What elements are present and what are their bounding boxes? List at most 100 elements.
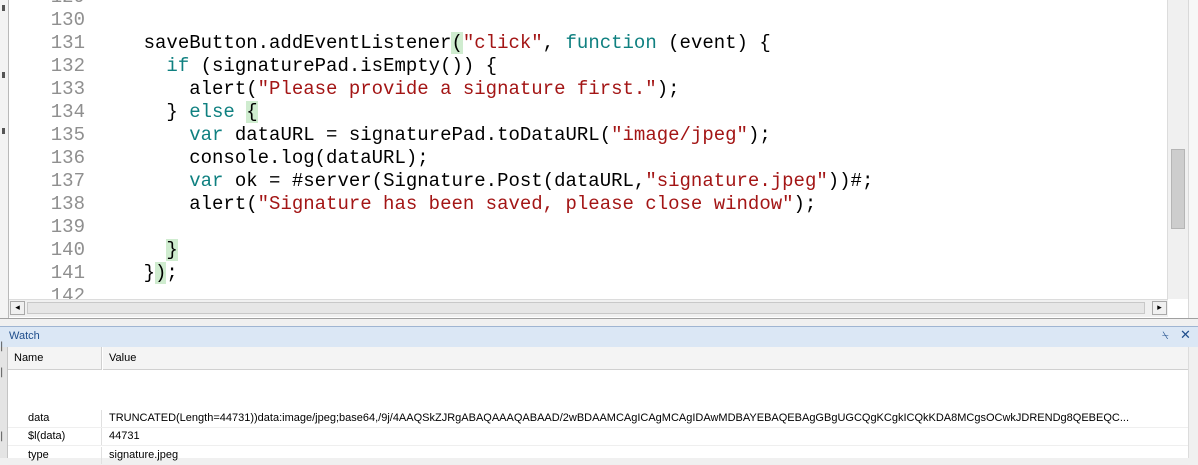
code-editor[interactable]: 129130131 saveButton.addEventListener("c… — [0, 0, 1198, 319]
code-token: ))#; — [827, 170, 874, 192]
watch-side-strip: | | | — [0, 341, 8, 458]
line-number: 141 — [50, 262, 85, 284]
code-token: var — [189, 170, 224, 192]
line-number: 132 — [50, 55, 85, 77]
code-line[interactable]: 136 console.log(dataURL); — [12, 147, 1167, 170]
watch-row-name: data — [8, 410, 102, 427]
code-text: var dataURL = signaturePad.toDataURL("im… — [98, 124, 771, 147]
code-token: "signature.jpeg" — [645, 170, 828, 192]
side-tick: | — [0, 341, 4, 352]
code-line[interactable]: 132 if (signaturePad.isEmpty()) { — [12, 55, 1167, 78]
code-token: if — [166, 55, 190, 77]
code-line[interactable]: 134 } else { — [12, 101, 1167, 124]
code-token: { — [246, 101, 258, 123]
line-number: 137 — [50, 170, 85, 192]
code-token: ); — [656, 78, 680, 100]
code-text: console.log(dataURL); — [98, 147, 429, 170]
margin-marker — [2, 128, 5, 134]
code-token: ); — [747, 124, 771, 146]
code-token: "click" — [462, 32, 543, 54]
watch-row[interactable]: type signature.jpeg — [8, 447, 1188, 465]
code-token: "image/jpeg" — [611, 124, 748, 146]
code-line[interactable]: 137 var ok = #server(Signature.Post(data… — [12, 170, 1167, 193]
code-token: else — [189, 101, 235, 123]
code-line[interactable]: 138 alert("Signature has been saved, ple… — [12, 193, 1167, 216]
code-line[interactable]: 131 saveButton.addEventListener("click",… — [12, 32, 1167, 55]
line-number: 134 — [50, 101, 85, 123]
close-icon[interactable]: ✕ — [1180, 328, 1191, 343]
line-number: 138 — [50, 193, 85, 215]
scroll-left-arrow-icon[interactable]: ◂ — [10, 301, 25, 315]
line-number: 140 — [50, 239, 85, 261]
code-token: dataURL = signaturePad.toDataURL( — [223, 124, 612, 146]
code-token: (event) { — [656, 32, 771, 54]
horizontal-scrollbar[interactable]: ◂ ▸ — [9, 299, 1168, 317]
code-token: ; — [166, 262, 178, 284]
side-tick: | — [0, 431, 4, 442]
code-line[interactable]: 141 }); — [12, 262, 1167, 285]
right-dock-edge — [1188, 0, 1198, 318]
watch-vertical-scrollbar[interactable] — [1188, 347, 1198, 458]
line-number: 131 — [50, 32, 85, 54]
line-number: 129 — [12, 0, 85, 9]
code-token: saveButton.addEventListener — [98, 32, 452, 54]
watch-row-value: 44731 — [109, 430, 140, 442]
watch-row-value: signature.jpeg — [109, 449, 179, 461]
watch-row[interactable]: data TRUNCATED(Length=44731))data:image/… — [8, 410, 1188, 428]
code-token: alert( — [98, 78, 258, 100]
code-text: saveButton.addEventListener("click", fun… — [98, 32, 771, 55]
line-number: 139 — [50, 216, 85, 238]
code-token: alert( — [98, 193, 258, 215]
code-line[interactable]: 129 — [12, 0, 1167, 9]
code-token: "Signature has been saved, please close … — [257, 193, 794, 215]
code-text: alert("Please provide a signature first.… — [98, 78, 680, 101]
margin-marker — [2, 5, 5, 11]
watch-grid[interactable]: Name Value data TRUNCATED(Length=44731))… — [8, 347, 1188, 465]
code-text: alert("Signature has been saved, please … — [98, 193, 816, 216]
code-line[interactable]: 130 — [12, 9, 1167, 32]
horizontal-scroll-thumb[interactable] — [27, 302, 1145, 314]
code-token: } — [98, 262, 156, 284]
code-line[interactable]: 139 — [12, 216, 1167, 239]
margin-marker — [2, 72, 5, 78]
column-header-value[interactable]: Value — [103, 347, 1188, 370]
watch-row-value: TRUNCATED(Length=44731))data:image/jpeg;… — [109, 412, 1130, 424]
watch-row[interactable]: $l(data) 44731 — [8, 428, 1188, 446]
code-token: } — [166, 239, 178, 261]
column-header-name[interactable]: Name — [8, 347, 102, 370]
code-line[interactable]: 133 alert("Please provide a signature fi… — [12, 78, 1167, 101]
vertical-scrollbar[interactable] — [1167, 0, 1188, 299]
scroll-right-arrow-icon[interactable]: ▸ — [1152, 301, 1167, 315]
code-token: ); — [793, 193, 817, 215]
side-tick: | — [0, 367, 4, 378]
line-number: 133 — [50, 78, 85, 100]
code-token: function — [565, 32, 657, 54]
watch-panel-header: Watch ⍀ ✕ — [0, 326, 1198, 348]
line-number: 130 — [50, 9, 85, 31]
code-token: } — [98, 101, 190, 123]
code-token: console.log(dataURL); — [98, 147, 429, 169]
watch-panel-title: Watch — [9, 330, 40, 342]
code-text: if (signaturePad.isEmpty()) { — [98, 55, 497, 78]
code-line[interactable]: 135 var dataURL = signaturePad.toDataURL… — [12, 124, 1167, 147]
code-text: }); — [98, 262, 178, 285]
code-token: ok = #server(Signature.Post(dataURL, — [223, 170, 646, 192]
code-token: ) — [155, 262, 167, 284]
code-line[interactable]: 140 } — [12, 239, 1167, 262]
pin-icon[interactable]: ⍀ — [1162, 329, 1169, 343]
code-token: , — [542, 32, 566, 54]
code-token: (signaturePad.isEmpty()) { — [189, 55, 498, 77]
line-number: 135 — [50, 124, 85, 146]
line-number: 136 — [50, 147, 85, 169]
vertical-scroll-thumb[interactable] — [1171, 149, 1185, 229]
watch-row-name: type — [8, 447, 102, 464]
code-lines[interactable]: 129130131 saveButton.addEventListener("c… — [12, 0, 1167, 303]
code-token: "Please provide a signature first." — [257, 78, 657, 100]
watch-row-name: $l(data) — [8, 428, 102, 445]
code-text: var ok = #server(Signature.Post(dataURL,… — [98, 170, 873, 193]
